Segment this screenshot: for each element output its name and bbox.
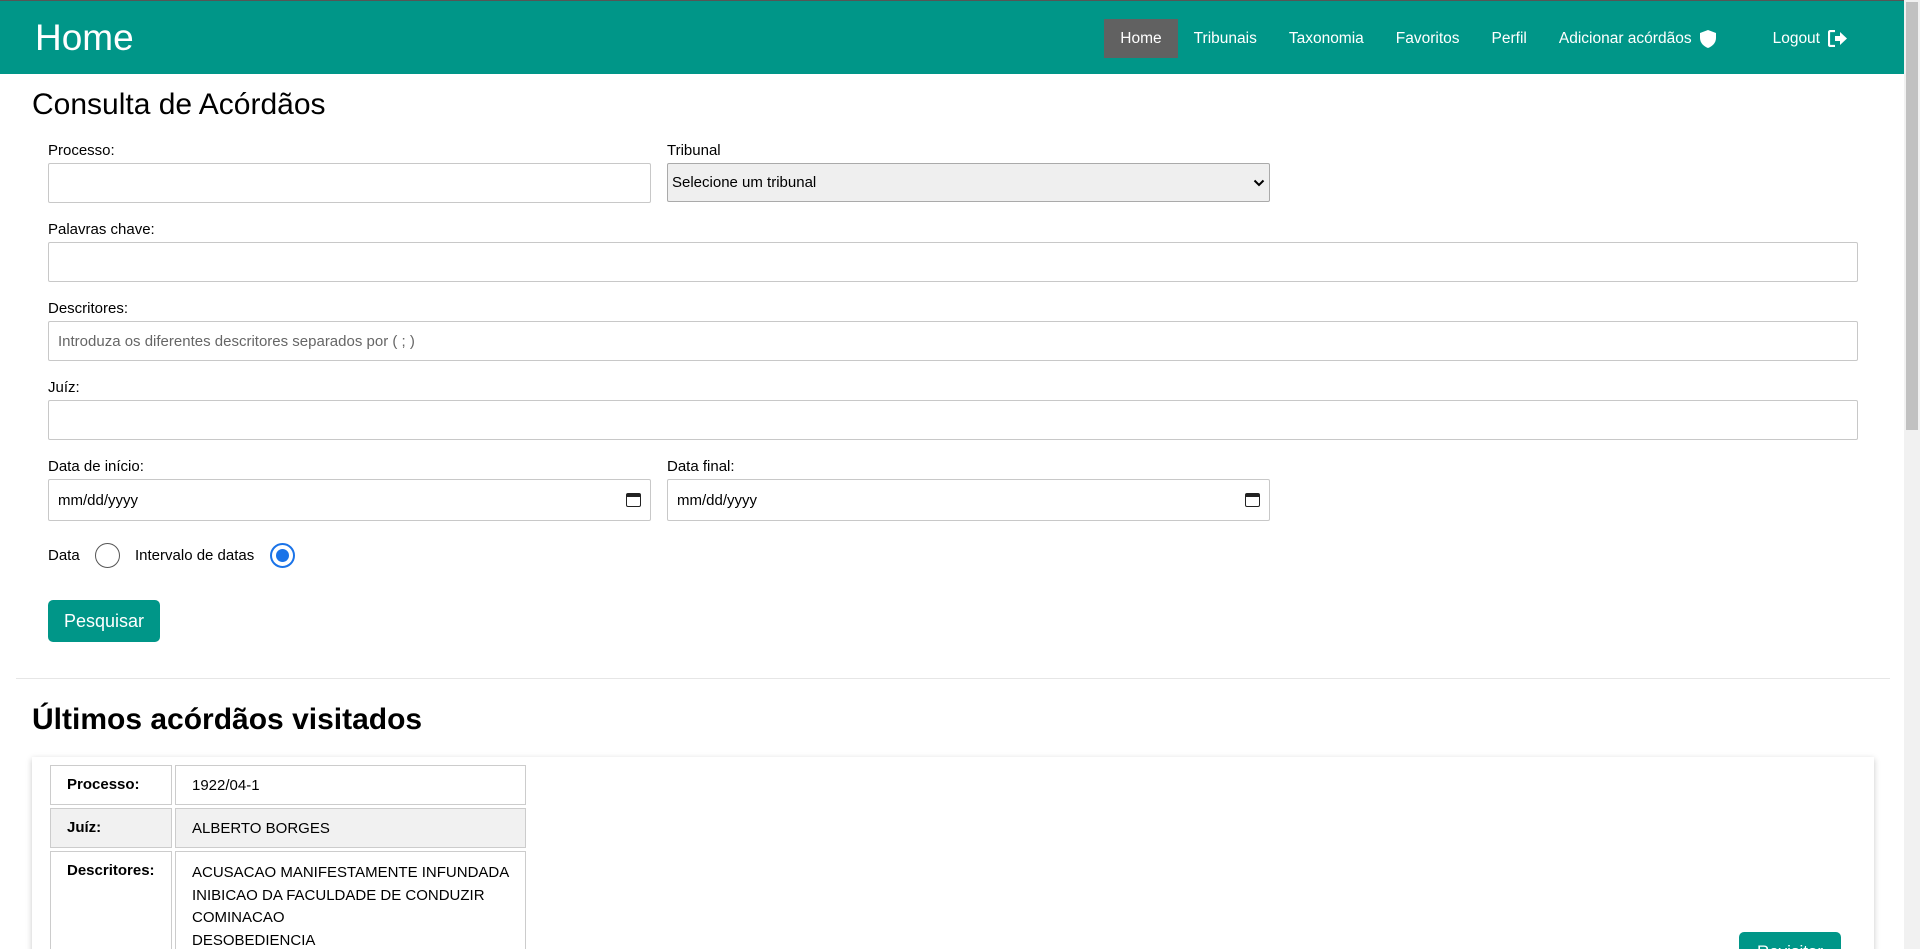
data-final-label: Data final: [667,458,735,475]
juiz-input[interactable] [48,400,1858,440]
scrollbar-thumb[interactable] [1906,2,1918,430]
data-inicio-label: Data de início: [48,458,144,475]
data-inicio-value: mm/dd/yyyy [58,491,139,509]
recent-acordao-card: Processo: 1922/04-1 Juíz: ALBERTO BORGES… [32,757,1874,949]
calendar-icon[interactable] [1245,493,1260,507]
nav-tribunais[interactable]: Tribunais [1178,19,1273,58]
juiz-key: Juíz: [50,808,172,848]
tribunal-select[interactable]: Selecione um tribunal [667,163,1270,202]
nav-adicionar-acordaos[interactable]: Adicionar acórdãos [1543,19,1732,58]
radio-intervalo-label: Intervalo de datas [135,547,255,564]
processo-value: 1922/04-1 [175,765,526,805]
radio-intervalo-de-datas[interactable] [270,543,295,568]
section-divider [16,678,1890,679]
nav-home[interactable]: Home [1104,19,1178,58]
revisitar-button[interactable]: Revisitar [1739,932,1841,949]
shield-icon [1699,29,1716,48]
tribunal-selected: Selecione um tribunal [672,174,817,191]
page-scrollbar[interactable] [1904,0,1920,949]
descritor-item: COMINACAO [192,909,285,926]
processo-label: Processo: [48,142,115,159]
pesquisar-button[interactable]: Pesquisar [48,600,160,642]
data-inicio-input[interactable]: mm/dd/yyyy [48,479,651,521]
descritor-item: INIBICAO DA FACULDADE DE CONDUZIR [192,886,485,904]
table-row-descritores: Descritores: ACUSACAO MANIFESTAMENTE INF… [50,851,526,949]
top-navbar: Home Home Tribunais Taxonomia Favoritos … [0,0,1904,74]
data-final-input[interactable]: mm/dd/yyyy [667,479,1270,521]
palavras-chave-label: Palavras chave: [48,221,155,238]
radio-data[interactable] [95,543,120,568]
nav-taxonomia[interactable]: Taxonomia [1273,19,1380,58]
radio-data-label: Data [48,547,80,564]
calendar-icon[interactable] [626,493,641,507]
nav-menu: Home Tribunais Taxonomia Favoritos Perfi… [1104,19,1904,58]
descritores-placeholder: Introduza os diferentes descritores sepa… [58,332,415,350]
nav-perfil[interactable]: Perfil [1476,19,1543,58]
descritores-input[interactable]: Introduza os diferentes descritores sepa… [48,321,1858,361]
descritor-item: DESOBEDIENCIA [192,931,316,949]
data-final-value: mm/dd/yyyy [677,491,758,509]
juiz-label: Juíz: [48,379,80,396]
table-row-juiz: Juíz: ALBERTO BORGES [50,808,526,848]
processo-input[interactable] [48,163,651,203]
descritores-label: Descritores: [48,300,129,317]
nav-favoritos[interactable]: Favoritos [1380,19,1476,58]
palavras-chave-input[interactable] [48,242,1858,282]
chevron-down-icon [1253,179,1265,186]
nav-logout-label: Logout [1772,30,1820,47]
page-title: Consulta de Acórdãos [32,88,326,121]
descritores-key: Descritores: [50,851,172,949]
descritor-item: ACUSACAO MANIFESTAMENTE INFUNDADA [192,864,510,881]
tribunal-label: Tribunal [667,142,721,159]
recent-section-title: Últimos acórdãos visitados [32,703,423,736]
processo-key: Processo: [50,765,172,805]
table-row-processo: Processo: 1922/04-1 [50,765,526,805]
descritores-value: ACUSACAO MANIFESTAMENTE INFUNDADA INIBIC… [175,851,526,949]
nav-logout[interactable]: Logout [1757,19,1864,58]
brand-title[interactable]: Home [35,17,134,59]
juiz-value: ALBERTO BORGES [175,808,526,848]
sign-out-icon [1828,30,1847,47]
nav-adicionar-label: Adicionar acórdãos [1558,30,1692,47]
